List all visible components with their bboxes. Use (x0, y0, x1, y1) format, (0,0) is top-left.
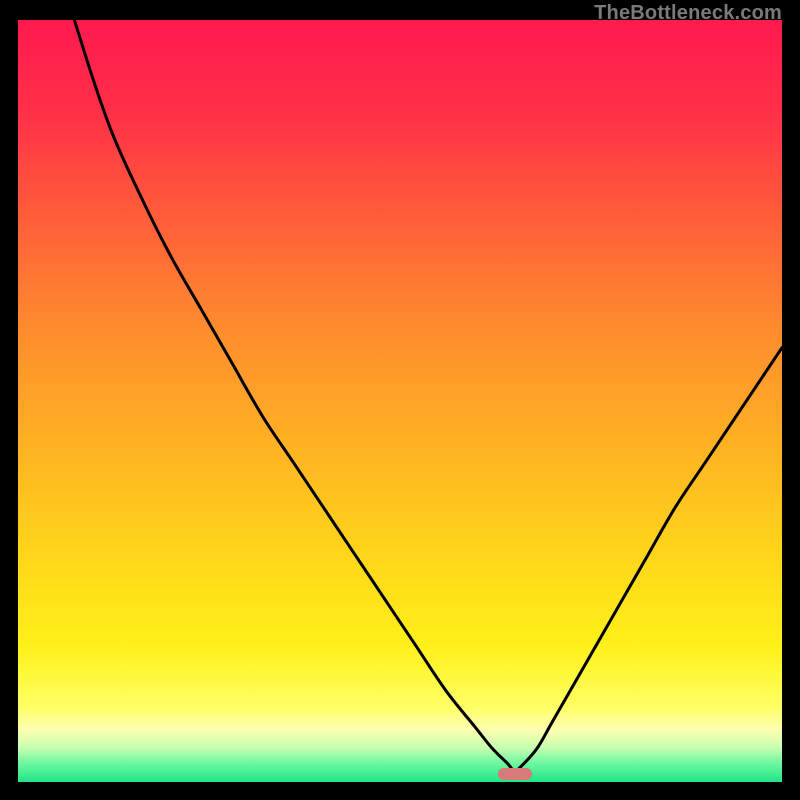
watermark-text: TheBottleneck.com (594, 2, 782, 25)
plot-area (18, 20, 782, 782)
bottleneck-curve (18, 20, 782, 782)
chart-frame: TheBottleneck.com (0, 0, 800, 800)
optimum-marker (498, 768, 532, 780)
curve-path (18, 20, 782, 771)
